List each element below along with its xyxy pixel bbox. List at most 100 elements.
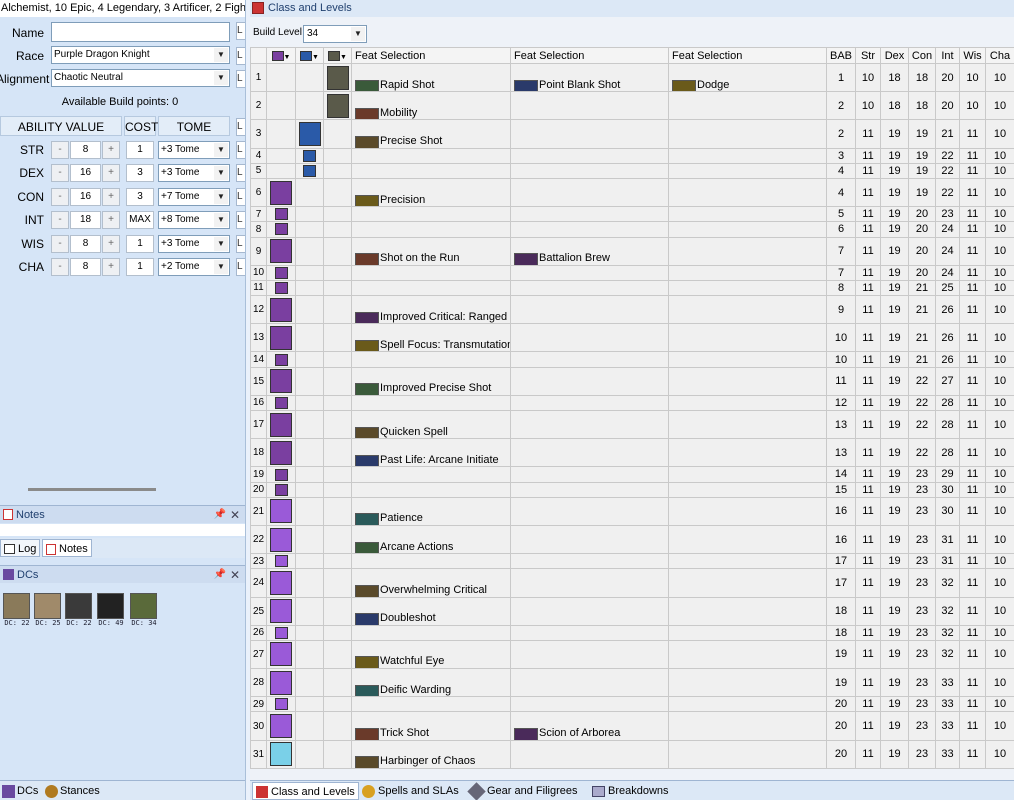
level-row[interactable]: 7 5 11 19 20 23 11 10: [250, 206, 1014, 223]
feat-cell[interactable]: [351, 394, 511, 412]
race-select[interactable]: Purple Dragon Knight ▼: [51, 46, 230, 64]
level-row[interactable]: 6PrecisionStandard4111919221110: [250, 177, 1014, 208]
feat-cell[interactable]: Trick ShotEpic Feat: [351, 711, 511, 741]
class-cell[interactable]: [323, 711, 352, 741]
level-row[interactable]: 27Watchful EyeEpic Feat19111923321110: [250, 639, 1014, 670]
class-cell[interactable]: [323, 668, 352, 698]
tome-select[interactable]: +3 Tome ▼: [158, 164, 230, 182]
level-row[interactable]: 5 4 11 19 19 22 11 10: [250, 162, 1014, 179]
class-cell[interactable]: [266, 568, 296, 598]
tome-select[interactable]: +7 Tome ▼: [158, 188, 230, 206]
chevron-down-icon[interactable]: ▼: [214, 166, 228, 180]
feat-cell[interactable]: [668, 236, 827, 266]
decrease-button[interactable]: -: [51, 211, 69, 229]
chevron-down-icon[interactable]: ▼: [284, 54, 291, 61]
level-row[interactable]: 18Past Life: Arcane InitiateStandard1311…: [250, 438, 1014, 468]
class-cell[interactable]: [295, 524, 324, 555]
feat-cell[interactable]: [351, 279, 511, 297]
feat-cell[interactable]: [668, 409, 827, 440]
tab-spells[interactable]: Spells and SLAs: [362, 782, 459, 800]
class-cell[interactable]: [295, 162, 324, 179]
class-cell[interactable]: [323, 221, 352, 238]
class-cell[interactable]: [295, 624, 324, 641]
class-cell[interactable]: [323, 119, 352, 149]
class-cell[interactable]: [323, 739, 352, 769]
class-cell[interactable]: [323, 409, 352, 440]
feat-cell[interactable]: [668, 323, 827, 353]
feat-cell[interactable]: [668, 264, 827, 281]
feat-cell[interactable]: [510, 524, 669, 555]
feat-cell[interactable]: [351, 624, 511, 641]
class-cell[interactable]: [266, 696, 296, 713]
feat-cell[interactable]: [510, 91, 669, 121]
level-row[interactable]: 9 Shot on the RunStandardBattalion BrewAl…: [250, 236, 1014, 266]
chevron-down-icon[interactable]: ▼: [340, 54, 347, 61]
feat-cell[interactable]: [510, 466, 669, 483]
class-cell[interactable]: [295, 323, 324, 353]
tome-select[interactable]: +8 Tome ▼: [158, 211, 230, 229]
feat-cell[interactable]: [510, 147, 669, 164]
feat-cell[interactable]: [351, 351, 511, 368]
class-cell[interactable]: [295, 711, 324, 741]
class-cell[interactable]: [295, 438, 324, 468]
class-cell[interactable]: [295, 119, 324, 149]
pin-icon[interactable]: 📌: [214, 506, 226, 524]
level-row[interactable]: 13 Spell Focus: TransmutationAlchemist Bo…: [250, 323, 1014, 353]
feat-cell[interactable]: Overwhelming CriticalEpic Feat: [351, 568, 511, 598]
class-cell[interactable]: [295, 147, 324, 164]
feat-cell[interactable]: [668, 553, 827, 570]
class-cell[interactable]: [266, 177, 296, 208]
class-cell[interactable]: [266, 553, 296, 570]
class-cell[interactable]: [266, 91, 296, 121]
class-cell[interactable]: [266, 119, 296, 149]
tab-log[interactable]: Log: [0, 539, 41, 557]
class-cell[interactable]: [266, 739, 296, 769]
feat-cell[interactable]: [510, 264, 669, 281]
feat-cell[interactable]: [510, 119, 669, 149]
level-row[interactable]: 24Overwhelming CriticalEpic Feat17111923…: [250, 568, 1014, 598]
level-row[interactable]: 8 6 11 19 20 24 11 10: [250, 221, 1014, 238]
class-cell[interactable]: [266, 466, 296, 483]
class-cell[interactable]: [266, 668, 296, 698]
feat-cell[interactable]: Rapid ShotPurple Dragon Knight Bon...: [351, 62, 511, 93]
feat-cell[interactable]: [668, 466, 827, 483]
class-cell[interactable]: [295, 668, 324, 698]
chevron-down-icon[interactable]: ▼: [214, 260, 228, 274]
feat-cell[interactable]: [351, 553, 511, 570]
class-cell[interactable]: [266, 221, 296, 238]
class-cell[interactable]: [323, 466, 352, 483]
feat-cell[interactable]: [351, 147, 511, 164]
feat-cell[interactable]: [668, 366, 827, 396]
feat-cell[interactable]: [668, 481, 827, 498]
feat-cell[interactable]: MobilityFighter Bonus Feat: [351, 91, 511, 121]
pin-icon[interactable]: 📌: [214, 566, 226, 584]
class-cell[interactable]: [295, 366, 324, 396]
class-cell[interactable]: [295, 91, 324, 121]
feat-cell[interactable]: [668, 119, 827, 149]
level-row[interactable]: 4 3 11 19 19 22 11 10: [250, 147, 1014, 164]
class-cell[interactable]: [323, 162, 352, 179]
class-cell[interactable]: [266, 524, 296, 555]
feat-cell[interactable]: [668, 394, 827, 412]
class-cell[interactable]: [323, 596, 352, 626]
level-row[interactable]: 19 14 11 19 23 29 11 10: [250, 466, 1014, 483]
feat-cell[interactable]: [668, 351, 827, 368]
feat-cell[interactable]: [668, 639, 827, 670]
class-cell[interactable]: [295, 206, 324, 223]
dc-icon-2[interactable]: [34, 593, 61, 619]
class-cell[interactable]: [323, 91, 352, 121]
class-cell[interactable]: [295, 236, 324, 266]
feat-cell[interactable]: [510, 624, 669, 641]
feat-cell[interactable]: Arcane ActionsEpic Destiny Feat: [351, 524, 511, 555]
feat-cell[interactable]: [668, 147, 827, 164]
class2-column-header[interactable]: ▼: [295, 47, 324, 64]
class-cell[interactable]: [323, 696, 352, 713]
feat-cell[interactable]: Deific WardingEpic Destiny Feat: [351, 668, 511, 698]
tab-dcs[interactable]: DCs: [2, 782, 38, 800]
class-cell[interactable]: [295, 409, 324, 440]
increase-button[interactable]: +: [102, 141, 120, 159]
feat-cell[interactable]: [668, 279, 827, 297]
decrease-button[interactable]: -: [51, 258, 69, 276]
feat-cell[interactable]: [510, 568, 669, 598]
class-cell[interactable]: [266, 366, 296, 396]
